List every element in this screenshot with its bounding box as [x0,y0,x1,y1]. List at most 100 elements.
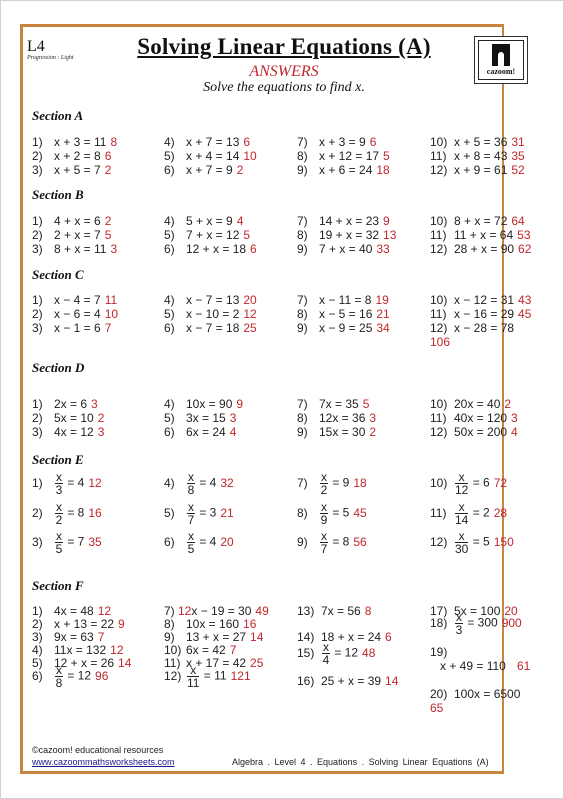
equation: x − 6 = 4 [54,307,101,321]
answer: 32 [220,475,234,490]
equation: 8 + x = 11 [54,242,107,256]
question-number: 8) [297,228,308,242]
equation: x − 9 = 25 [319,321,373,335]
question-number: 6) [164,163,175,177]
answers-label: ANSWERS [249,63,319,80]
question-item: 16) 25 + x = 39 14 [297,674,398,688]
answer: 8 [110,135,118,149]
question-number: 4) [164,135,175,149]
question-number: 7) [297,214,308,228]
question-number: 6) [164,321,175,335]
equation: 7x = 56 [321,604,361,618]
equation: 15x = 30 [319,425,366,439]
question-item: 9) 13 + x = 27 14 [164,630,263,644]
fraction-denominator: 30 [455,542,469,556]
instructions: Solve the equations to find x. [203,80,365,95]
question-number: 10) [430,397,448,411]
answer: 4 [229,425,237,439]
equation: x − 19 = 30 [191,604,252,618]
answer: 61 [517,659,531,673]
question-number: 9) [164,630,175,644]
answer: 10 [104,307,119,321]
question-number: 8) [297,411,308,425]
question-number: 11) [430,228,447,242]
fraction-denominator: 2 [320,483,328,497]
question-item: 10) 6x = 42 7 [164,643,236,657]
fraction-denominator: 12 [455,483,469,497]
question-item: 6) 12 + x = 18 6 [164,242,257,256]
question-item: 9) x − 9 = 25 34 [297,321,390,335]
answer: 64 [511,214,525,228]
equation-rhs: = 12 [64,668,92,683]
equation: 5x = 10 [54,411,94,425]
equation: 4 + x = 6 [54,214,101,228]
answer: 9 [383,214,390,228]
equation: x − 1 = 6 [54,321,101,335]
equation: 40x = 120 [454,411,508,425]
fraction: x5 [187,530,195,555]
answer: 12 [110,643,124,657]
answer: 45 [353,505,367,520]
question-item: 6) x 8 = 12 96 [32,664,108,689]
question-item: 10) 20x = 40 2 [430,397,511,411]
question-number: 3) [32,163,43,177]
footer-copyright: ©cazoom! educational resources [32,745,164,755]
equation: x + 7 = 9 [186,163,233,177]
question-item: 3) 4x = 12 3 [32,425,104,439]
answer: 45 [518,307,532,321]
equation-rhs: = 5 [469,534,490,549]
section-title-b: Section B [32,187,84,202]
question-item: 2) x − 6 = 4 10 [32,307,118,321]
question-number: 2) [32,149,43,163]
equation-rhs: = 2 [469,505,490,520]
question-number: 9) [297,163,308,177]
equation: x − 7 = 18 [186,321,240,335]
fraction-denominator: 7 [320,542,328,556]
answer: 3 [511,411,518,425]
question-number: 1) [32,604,43,618]
question-item: 8) x − 5 = 16 21 [297,307,390,321]
equation: 12 + x = 18 [186,242,247,256]
question-number: 16) [297,674,315,688]
question-number: 3) [32,425,43,439]
answer: 14 [385,674,399,688]
equation: x + 8 = 43 [454,149,508,163]
footer-website-link[interactable]: www.cazoommathsworksheets.com [32,757,175,767]
question-item: 6) 6x = 24 4 [164,425,236,439]
fraction-denominator: 8 [187,483,195,497]
equation: x − 10 = 2 [186,307,240,321]
question-number: 3) [32,630,43,644]
question-item: 1) x − 4 = 7 11 [32,293,117,307]
question-number: 2) [32,411,43,425]
question-item: 9) x + 6 = 24 18 [297,163,390,177]
worksheet-title: Solving Linear Equations (A) [137,34,431,59]
question-item: 4) 11x = 132 12 [32,643,124,657]
question-number: 7) [297,293,308,307]
answer: 5 [362,397,370,411]
answer: 31 [511,135,525,149]
question-item: 11) 11 + x = 64 53 [430,228,531,242]
logo-frame: cazoom! [478,40,524,80]
fraction-denominator: 8 [55,676,63,690]
equation: 10x = 90 [186,397,233,411]
equation-rhs: = 12 [331,645,359,660]
question-item: 12) x 30 = 5 150 [430,530,514,555]
question-item: 9) 7 + x = 40 33 [297,242,390,256]
equation: x + 3 = 11 [54,135,107,149]
equation-rhs: = 9 [329,475,350,490]
equation: 50x = 200 [454,425,508,439]
question-number: 9) [297,321,308,335]
question-item: 12) x + 9 = 61 52 [430,163,525,177]
question-item: 20) 100x = 6500 65 [430,687,520,715]
equation: 4x = 48 [54,604,94,618]
answer: 34 [376,321,390,335]
fraction: x8 [55,664,63,689]
answer: 43 [518,293,532,307]
answer: 12 [97,604,112,618]
level-label: L4 [27,38,45,55]
question-item: 11) x + 8 = 43 35 [430,149,525,163]
answer: 21 [220,505,234,520]
answer: 5 [383,149,390,163]
question-item: 12) x 11 = 11 121 [164,664,251,689]
answer: 2 [104,214,112,228]
